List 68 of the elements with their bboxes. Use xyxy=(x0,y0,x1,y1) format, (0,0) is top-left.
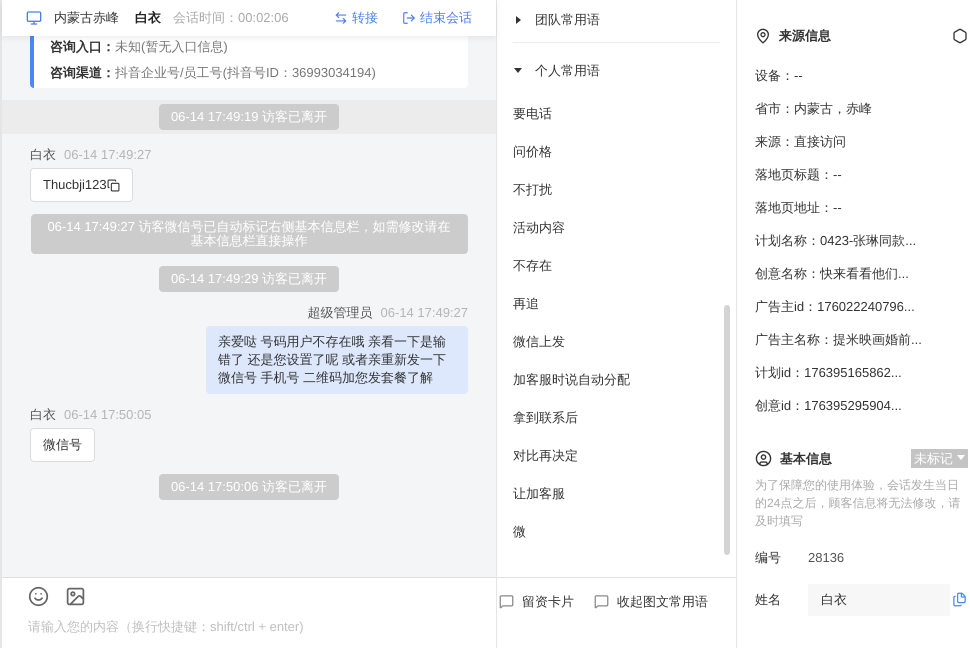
message-time: 06-14 17:49:27 xyxy=(64,146,152,164)
sender-name: 白衣 xyxy=(30,406,56,424)
transfer-button[interactable]: 转接 xyxy=(334,8,378,28)
footer-action-button[interactable]: 收起图文常用语 xyxy=(594,592,708,612)
source-field: 来源：直接访问 xyxy=(755,132,968,150)
phrase-item[interactable]: 加客服时说自动分配 xyxy=(513,370,720,389)
sender-name: 白衣 xyxy=(30,146,56,164)
source-field: 广告主id：176022240796... xyxy=(755,296,968,316)
section-title: 基本信息 xyxy=(780,450,832,468)
message-input[interactable]: 请输入您的内容（换行快捷键：shift/ctrl + enter) xyxy=(28,617,470,636)
message-icon xyxy=(594,594,609,610)
phrase-item[interactable]: 拿到联系后 xyxy=(513,408,720,427)
footer-action-button[interactable]: 留资卡片 xyxy=(499,592,574,612)
source-field: 落地页地址：-- xyxy=(755,198,968,216)
info-value: 抖音企业号/员工号(抖音号ID：36993034194) xyxy=(115,64,376,82)
copy-icon[interactable] xyxy=(106,178,120,192)
monitor-icon xyxy=(26,10,42,26)
phrase-item[interactable]: 不打扰 xyxy=(513,180,720,199)
info-label: 咨询渠道： xyxy=(50,64,115,82)
source-field: 设备：-- xyxy=(755,66,968,84)
sender-name: 超级管理员 xyxy=(308,304,373,322)
scrollbar[interactable] xyxy=(724,305,730,555)
phrase-item[interactable]: 再追 xyxy=(513,294,720,313)
visitor-name: 白衣 xyxy=(135,9,161,28)
field-label: 编号 xyxy=(755,549,782,567)
name-field[interactable]: 白衣 xyxy=(808,584,950,616)
user-icon xyxy=(755,450,772,467)
session-time: 00:02:06 xyxy=(238,9,289,28)
phrase-item[interactable]: 对比再决定 xyxy=(513,446,720,465)
image-icon[interactable] xyxy=(65,586,86,607)
info-value: 未知(暂无入口信息) xyxy=(115,38,228,56)
caret-icon xyxy=(957,455,965,462)
emoji-icon[interactable] xyxy=(28,586,49,607)
phrase-item[interactable]: 问价格 xyxy=(513,142,720,161)
section-title: 来源信息 xyxy=(779,27,831,45)
phrase-item[interactable]: 活动内容 xyxy=(513,218,720,237)
transfer-icon xyxy=(334,11,348,25)
phrase-item[interactable]: 要电话 xyxy=(513,104,720,123)
caret-icon xyxy=(513,14,523,25)
phrase-item[interactable]: 不存在 xyxy=(513,256,720,275)
field-label: 姓名 xyxy=(755,590,782,609)
field-value: 28136 xyxy=(808,549,844,567)
phrase-group-toggle[interactable]: 团队常用语 xyxy=(513,10,600,30)
source-field: 计划名称：0423-张琳同款... xyxy=(755,230,968,250)
message-text: Thucbji123 xyxy=(43,176,107,194)
source-field: 落地页标题：-- xyxy=(755,164,968,184)
phrase-item[interactable]: 微信上发 xyxy=(513,332,720,351)
phrase-item[interactable]: 微 xyxy=(513,522,720,541)
source-field: 计划id：176395165862... xyxy=(755,362,968,382)
source-field: 广告主名称：提米映画婚前... xyxy=(755,330,968,348)
notice-text: 为了保障您的使用体验，会话发生当日的24点之后，顾客信息将无法修改，请及时填写 xyxy=(755,477,962,530)
phrase-item[interactable]: 让加客服 xyxy=(513,484,720,503)
visitor-location: 内蒙古赤峰 xyxy=(54,9,119,28)
end-session-button[interactable]: 结束会话 xyxy=(402,8,472,28)
phrase-group-toggle[interactable]: 个人常用语 xyxy=(513,60,600,80)
info-label: 咨询入口： xyxy=(50,38,115,56)
source-field: 创意名称：快来看看他们... xyxy=(755,264,968,282)
location-pin-icon xyxy=(755,28,771,44)
exit-icon xyxy=(402,11,416,25)
session-label: 会话时间： xyxy=(173,9,238,28)
message-bubble: 亲爱哒 号码用户不存在哦 亲看一下是输错了 还是您设置了呢 或者亲重新发一下微信号 手机号 二维码加您发套餐了解 xyxy=(206,326,468,394)
message-icon xyxy=(499,594,514,610)
source-field: 省市：内蒙古，赤峰 xyxy=(755,98,968,118)
source-field: 创意id：176395295904... xyxy=(755,396,968,414)
message-time: 06-14 17:50:05 xyxy=(64,406,152,424)
message-time: 06-14 17:49:27 xyxy=(380,304,468,322)
caret-icon xyxy=(513,65,523,76)
message-text: 微信号 xyxy=(43,436,82,454)
